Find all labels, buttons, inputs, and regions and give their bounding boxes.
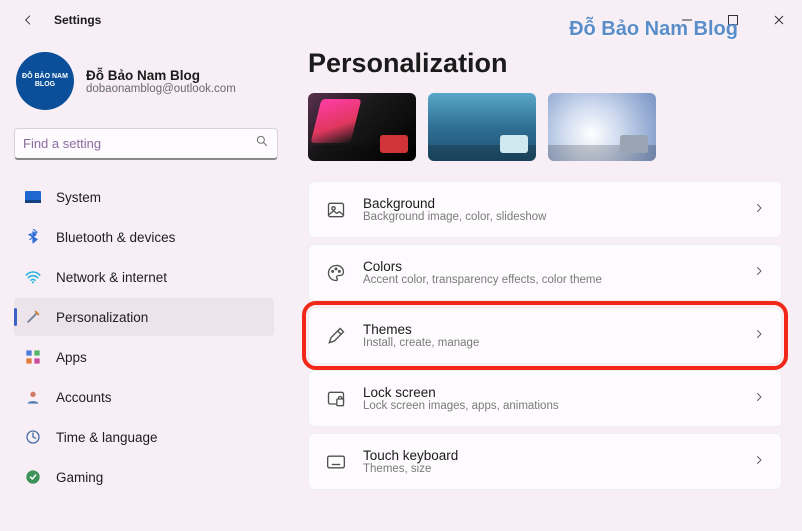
card-lock-screen[interactable]: Lock screen Lock screen images, apps, an… (308, 370, 782, 427)
paintbrush-icon (24, 308, 42, 326)
pen-icon (325, 325, 347, 347)
palette-icon (325, 262, 347, 284)
sidebar-item-personalization[interactable]: Personalization (14, 298, 274, 336)
card-title: Touch keyboard (363, 448, 458, 463)
search-box[interactable] (14, 128, 278, 160)
chevron-right-icon (753, 201, 765, 219)
sidebar-item-label: Apps (56, 350, 87, 365)
sidebar-item-label: System (56, 190, 101, 205)
card-colors[interactable]: Colors Accent color, transparency effect… (308, 244, 782, 301)
card-sub: Lock screen images, apps, animations (363, 400, 559, 412)
bluetooth-icon (24, 228, 42, 246)
lock-screen-icon (325, 388, 347, 410)
search-input[interactable] (23, 136, 255, 151)
sidebar-item-label: Network & internet (56, 270, 167, 285)
sidebar-item-network[interactable]: Network & internet (14, 258, 274, 296)
card-title: Themes (363, 322, 479, 337)
gaming-icon (24, 468, 42, 486)
keyboard-icon (325, 451, 347, 473)
card-sub: Install, create, manage (363, 337, 479, 349)
card-background[interactable]: Background Background image, color, slid… (308, 181, 782, 238)
card-title: Background (363, 196, 546, 211)
nav-list: System Bluetooth & devices Network & int… (14, 178, 278, 531)
system-icon (24, 188, 42, 206)
profile-email: dobaonamblog@outlook.com (86, 83, 236, 95)
wifi-icon (24, 268, 42, 286)
sidebar-item-label: Accounts (56, 390, 112, 405)
card-sub: Themes, size (363, 463, 458, 475)
theme-preview-3[interactable] (548, 93, 656, 161)
theme-preview-2[interactable] (428, 93, 536, 161)
back-button[interactable] (14, 6, 42, 34)
sidebar-item-gaming[interactable]: Gaming (14, 458, 274, 496)
sidebar-item-bluetooth[interactable]: Bluetooth & devices (14, 218, 274, 256)
clock-globe-icon (24, 428, 42, 446)
sidebar-item-label: Bluetooth & devices (56, 230, 175, 245)
main-panel: Personalization Background Background im… (286, 40, 802, 531)
chevron-right-icon (753, 327, 765, 345)
chevron-right-icon (753, 453, 765, 471)
sidebar: ĐỖ BẢO NAM BLOG Đỗ Bảo Nam Blog dobaonam… (0, 40, 286, 531)
profile-name: Đỗ Bảo Nam Blog (86, 68, 236, 83)
sidebar-item-label: Personalization (56, 310, 148, 325)
theme-previews (308, 93, 782, 161)
theme-preview-1[interactable] (308, 93, 416, 161)
accounts-icon (24, 388, 42, 406)
chevron-right-icon (753, 390, 765, 408)
watermark-text: Đỗ Bảo Nam Blog (569, 18, 738, 41)
card-title: Lock screen (363, 385, 559, 400)
sidebar-item-apps[interactable]: Apps (14, 338, 274, 376)
card-sub: Accent color, transparency effects, colo… (363, 274, 602, 286)
avatar: ĐỖ BẢO NAM BLOG (16, 52, 74, 110)
search-icon (255, 134, 269, 153)
picture-icon (325, 199, 347, 221)
apps-icon (24, 348, 42, 366)
chevron-right-icon (753, 264, 765, 282)
page-title: Personalization (308, 48, 782, 79)
sidebar-item-label: Gaming (56, 470, 103, 485)
sidebar-item-accounts[interactable]: Accounts (14, 378, 274, 416)
window-title: Settings (54, 13, 101, 27)
profile-block[interactable]: ĐỖ BẢO NAM BLOG Đỗ Bảo Nam Blog dobaonam… (14, 46, 278, 128)
sidebar-item-label: Time & language (56, 430, 158, 445)
sidebar-item-time-language[interactable]: Time & language (14, 418, 274, 456)
card-sub: Background image, color, slideshow (363, 211, 546, 223)
card-touch-keyboard[interactable]: Touch keyboard Themes, size (308, 433, 782, 490)
sidebar-item-system[interactable]: System (14, 178, 274, 216)
card-themes[interactable]: Themes Install, create, manage (308, 307, 782, 364)
close-button[interactable] (756, 0, 802, 40)
card-title: Colors (363, 259, 602, 274)
